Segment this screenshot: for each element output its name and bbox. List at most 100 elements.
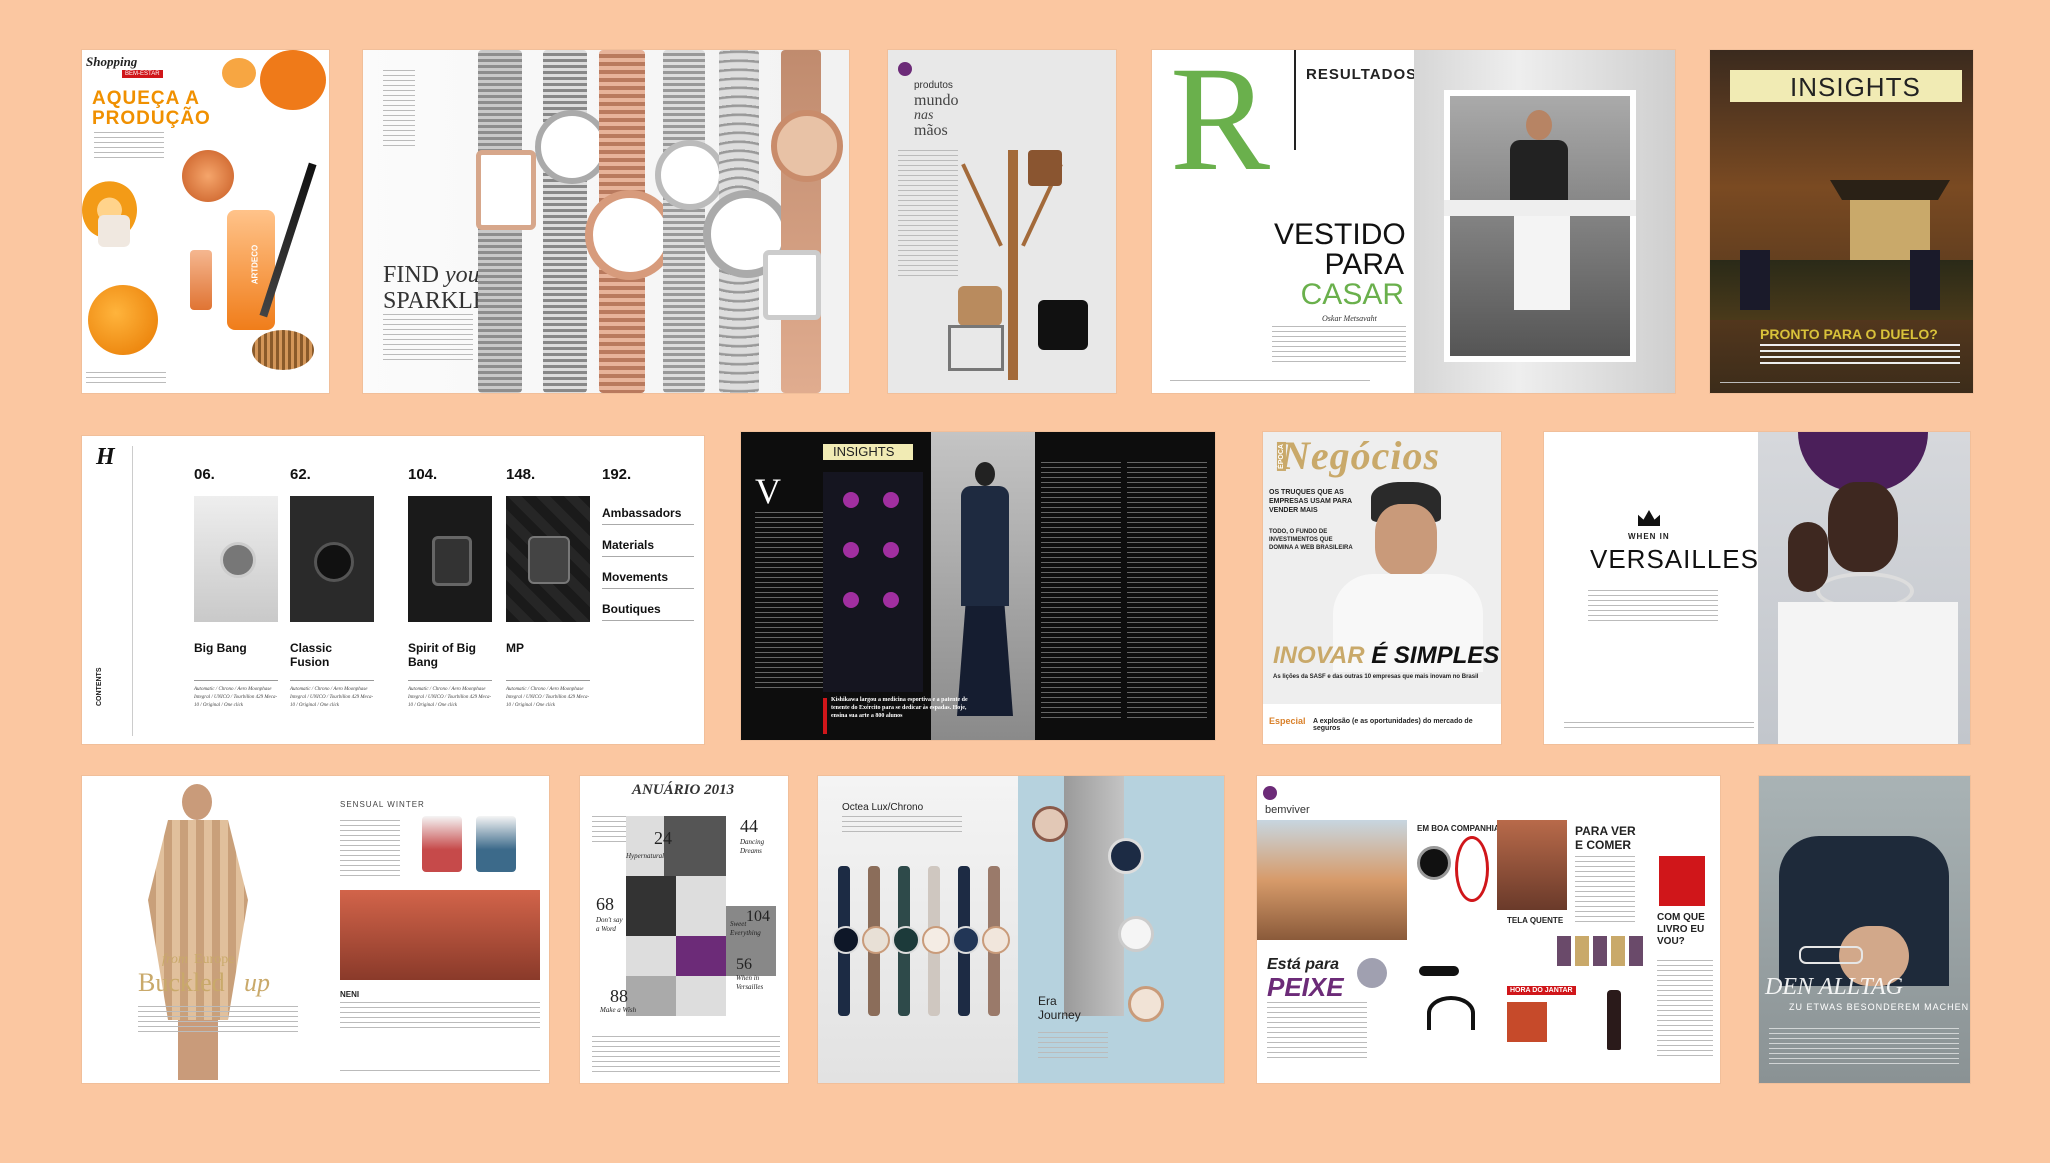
book-cover (1659, 856, 1705, 906)
headline-word-sparkle: SPARKLE (383, 288, 488, 314)
watch-face (535, 110, 609, 184)
magazine-page-sparkle[interactable]: FIND your SPARKLE (363, 50, 849, 393)
handbag (958, 286, 1002, 326)
footer-text (1720, 382, 1960, 386)
side-label: CONTENTS (96, 667, 103, 707)
magazine-page-insights-duel[interactable]: INSIGHTS PRONTO PARA O DUELO? (1710, 50, 1973, 393)
toc-label: Dancing Dreams (740, 838, 765, 855)
link-movements[interactable]: Movements (602, 570, 668, 584)
bench (1444, 200, 1636, 216)
pullquote-bar (823, 698, 827, 734)
masthead: Negócios (1281, 433, 1441, 478)
title-block: VESTIDO PARA CASAR (1274, 220, 1406, 310)
subhead: ZU ETWAS BESONDEREM MACHEN (1789, 1002, 1970, 1012)
graphic-icon (883, 542, 899, 558)
magazine-page-octea[interactable]: Octea Lux/Chrono Era Journey (818, 776, 1224, 1083)
watch-face (1118, 916, 1154, 952)
tag-label: BEM-ESTAR (122, 70, 163, 78)
link-ambassadors[interactable]: Ambassadors (602, 506, 681, 520)
watch-face (1417, 846, 1451, 880)
magazine-page-anuario[interactable]: ANUÁRIO 2013 24 Hypernatural 44 Dancing … (580, 776, 788, 1083)
brand-label: Shopping (86, 54, 138, 69)
magazine-page-buckled-up[interactable]: from Europe Buckled up SENSUAL WINTER NE… (82, 776, 549, 1083)
samurai-figure (1740, 250, 1770, 310)
magazine-page-insights-kendo[interactable]: INSIGHTS V Kishikawa largou a medicina e… (741, 432, 1215, 740)
section-label: produtos (914, 80, 953, 91)
sticker (1357, 958, 1387, 988)
book-row (1557, 936, 1647, 966)
headline-word-find: FIND (383, 262, 440, 288)
special-text: A explosão (e as oportunidades) do merca… (1313, 718, 1473, 732)
handbag (1038, 300, 1088, 350)
column-number: 62. (290, 466, 311, 483)
body-text (1769, 1028, 1959, 1064)
column-name: Classic Fusion (290, 641, 333, 669)
toc-label: When in Versailles (736, 974, 764, 991)
era-title: Era Journey (1038, 994, 1081, 1022)
photo-tile (626, 876, 676, 936)
insights-label: INSIGHTS (1790, 72, 1921, 102)
link-materials[interactable]: Materials (602, 538, 654, 552)
lip-gloss (190, 250, 212, 310)
magazine-page-versailles[interactable]: WHEN IN VERSAILLES (1544, 432, 1970, 744)
toc-label: Don't say a Word (596, 916, 623, 933)
candle-blue (476, 816, 516, 872)
magazine-page-negocios-cover[interactable]: Negócios ÉPOCA OS TRUQUES QUE AS EMPRESA… (1263, 432, 1501, 744)
headline: FIND your SPARKLE (383, 262, 489, 314)
body-text (383, 314, 473, 364)
brand-logo: H (96, 444, 115, 470)
person-trousers (1514, 200, 1570, 310)
page-title: ANUÁRIO 2013 (632, 782, 735, 798)
magazine-page-resultados[interactable]: R RESULTADOS VESTIDO PARA CASAR Oskar Me… (1152, 50, 1675, 393)
temple-roof (1830, 180, 1950, 200)
footer-text (1170, 380, 1370, 385)
concrete-pillar (1064, 776, 1124, 1016)
link-rule (602, 556, 694, 557)
subhead: As lições da SASF e das outras 10 empres… (1273, 674, 1479, 680)
info-graphic (823, 472, 923, 692)
magazine-page-shopping[interactable]: Shopping BEM-ESTAR AQUEÇA A PRODUÇÃO ART… (82, 50, 329, 393)
toc-number: 88 (610, 986, 628, 1006)
person-face (1375, 504, 1437, 576)
headline-part-a: INOVAR (1273, 642, 1365, 669)
watch-face (1128, 986, 1164, 1022)
magazine-page-contents[interactable]: H CONTENTS 06. Big Bang Automatic / Chro… (82, 436, 704, 744)
column-name: MP (506, 641, 524, 655)
body-text (1041, 462, 1121, 722)
graphic-icon (883, 492, 899, 508)
footer-text (340, 1070, 540, 1074)
link-boutiques[interactable]: Boutiques (602, 602, 661, 616)
title-up: up (244, 968, 270, 997)
person-head (975, 462, 995, 486)
magazine-page-den-alltag[interactable]: DEN ALLTAG ZU ETWAS BESONDEREM MACHEN (1759, 776, 1970, 1083)
person-body (961, 486, 1009, 606)
section-label: RESULTADOS (1306, 66, 1418, 83)
column-rule (408, 680, 492, 681)
shelf (948, 325, 1004, 371)
photo-tile (664, 816, 726, 876)
divider (1294, 50, 1296, 150)
column-number: 148. (506, 466, 536, 483)
person-shirt (1510, 140, 1568, 200)
column-sub: Automatic / Chrono / Aero Moonphase Inte… (408, 687, 492, 708)
watch-face (892, 926, 920, 954)
footer-text (592, 1036, 780, 1072)
graphic-icon (843, 542, 859, 558)
intro-name: Oskar Metsavaht (1322, 314, 1377, 323)
watch-band (663, 50, 705, 393)
magazine-page-mundo[interactable]: produtos mundo nas mãos (888, 50, 1116, 393)
watch-image (314, 542, 354, 582)
title-from: from (162, 952, 188, 967)
toc-label: Hypernatural (626, 852, 665, 860)
section-icon (898, 62, 912, 76)
watch-face (771, 110, 843, 182)
toc-list (592, 816, 628, 846)
magazine-page-bemviver[interactable]: bemviver Está para PEIXE EM BOA COMPANHI… (1257, 776, 1720, 1083)
wine-bottle (1607, 990, 1621, 1050)
photo-venice (1257, 820, 1407, 940)
headline: INOVAR É SIMPLES (1273, 642, 1499, 670)
insights-label: INSIGHTS (833, 444, 895, 459)
column-sub: Automatic / Chrono / Aero Moonphase Inte… (290, 687, 374, 708)
toc-number: 24 (654, 828, 672, 848)
body-text (755, 512, 825, 692)
